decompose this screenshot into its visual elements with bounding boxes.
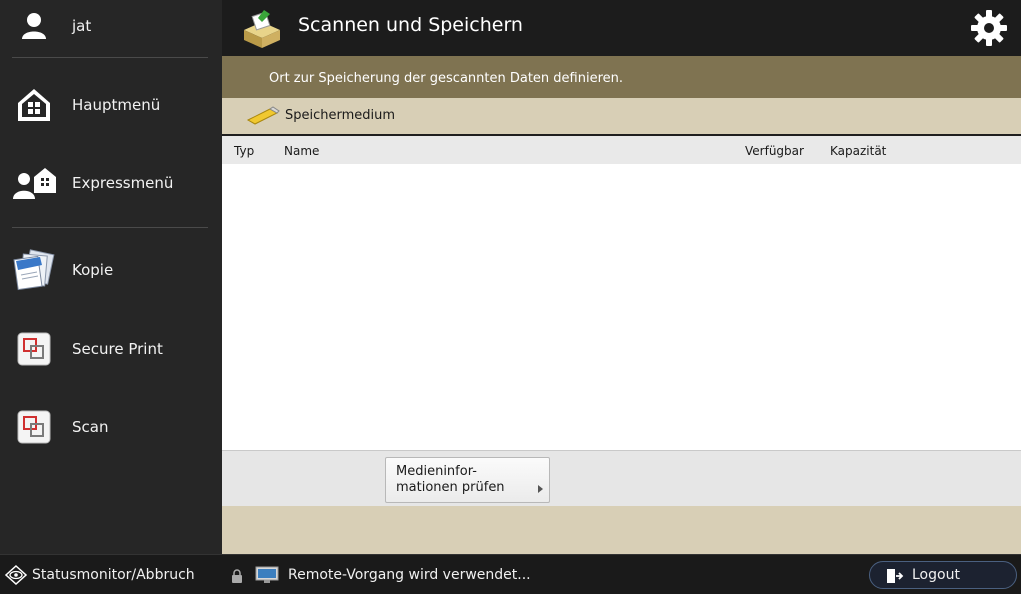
sidebar-item-hauptmenu[interactable]: Hauptmenü <box>0 82 222 128</box>
status-bar: Statusmonitor/Abbruch Remote-Vorgang wir… <box>0 554 1021 594</box>
status-monitor-button[interactable]: Statusmonitor/Abbruch <box>0 555 222 594</box>
sidebar-item-kopie[interactable]: Kopie <box>0 246 222 294</box>
column-available: Verfügbar <box>745 144 804 158</box>
sidebar-item-label: Secure Print <box>72 340 163 358</box>
sidebar-item-label: Scan <box>72 418 109 436</box>
user-account[interactable]: jat <box>0 4 222 48</box>
button-label: Medieninfor- mationen prüfen <box>396 464 505 495</box>
sidebar-item-expressmenu[interactable]: Expressmenü <box>0 160 222 206</box>
instruction-text: Ort zur Speicherung der gescannten Daten… <box>269 71 624 86</box>
divider <box>12 57 208 58</box>
sidebar-item-scan[interactable]: Scan <box>0 404 222 450</box>
gear-icon[interactable] <box>969 8 1009 48</box>
column-type: Typ <box>234 144 255 158</box>
remote-operation-message: Remote-Vorgang wird verwendet... <box>288 567 531 583</box>
column-capacity: Kapazität <box>830 144 887 158</box>
remote-monitor-icon <box>255 566 279 584</box>
sidebar-item-label: Hauptmenü <box>72 96 161 114</box>
user-icon <box>12 4 56 48</box>
table-header: Typ Name Verfügbar Kapazität <box>222 136 1021 164</box>
main-footer <box>222 506 1021 554</box>
logout-button[interactable]: Logout <box>869 561 1017 589</box>
sidebar-item-label: Kopie <box>72 261 114 279</box>
storage-media-header: Speichermedium <box>222 98 1021 134</box>
instruction-bar: Ort zur Speicherung der gescannten Daten… <box>222 56 1021 98</box>
section-label: Speichermedium <box>285 108 396 123</box>
home-icon <box>12 83 56 127</box>
scan-icon <box>12 405 56 449</box>
page-title: Scannen und Speichern <box>298 14 523 36</box>
column-name: Name <box>284 144 320 158</box>
copy-icon <box>12 248 56 292</box>
status-monitor-label: Statusmonitor/Abbruch <box>32 567 195 583</box>
button-bar: Medieninfor- mationen prüfen <box>222 450 1021 506</box>
media-list[interactable] <box>222 164 1021 450</box>
divider <box>12 227 208 228</box>
express-menu-icon <box>12 161 56 205</box>
check-media-info-button[interactable]: Medieninfor- mationen prüfen <box>385 457 550 503</box>
arrow-right-icon <box>538 485 543 493</box>
logout-icon <box>886 568 904 584</box>
secure-print-icon <box>12 327 56 371</box>
scan-and-store-icon <box>240 6 284 50</box>
sidebar-item-secure-print[interactable]: Secure Print <box>0 326 222 372</box>
sidebar: jat Hauptmenü Expressmenü Kopie Secure P… <box>0 0 222 554</box>
usb-memory-icon <box>246 106 280 126</box>
status-monitor-icon <box>4 564 28 586</box>
lock-icon <box>231 568 243 583</box>
logout-label: Logout <box>912 567 960 583</box>
header: Scannen und Speichern <box>222 0 1021 56</box>
sidebar-item-label: Expressmenü <box>72 174 174 192</box>
user-name: jat <box>72 17 92 35</box>
